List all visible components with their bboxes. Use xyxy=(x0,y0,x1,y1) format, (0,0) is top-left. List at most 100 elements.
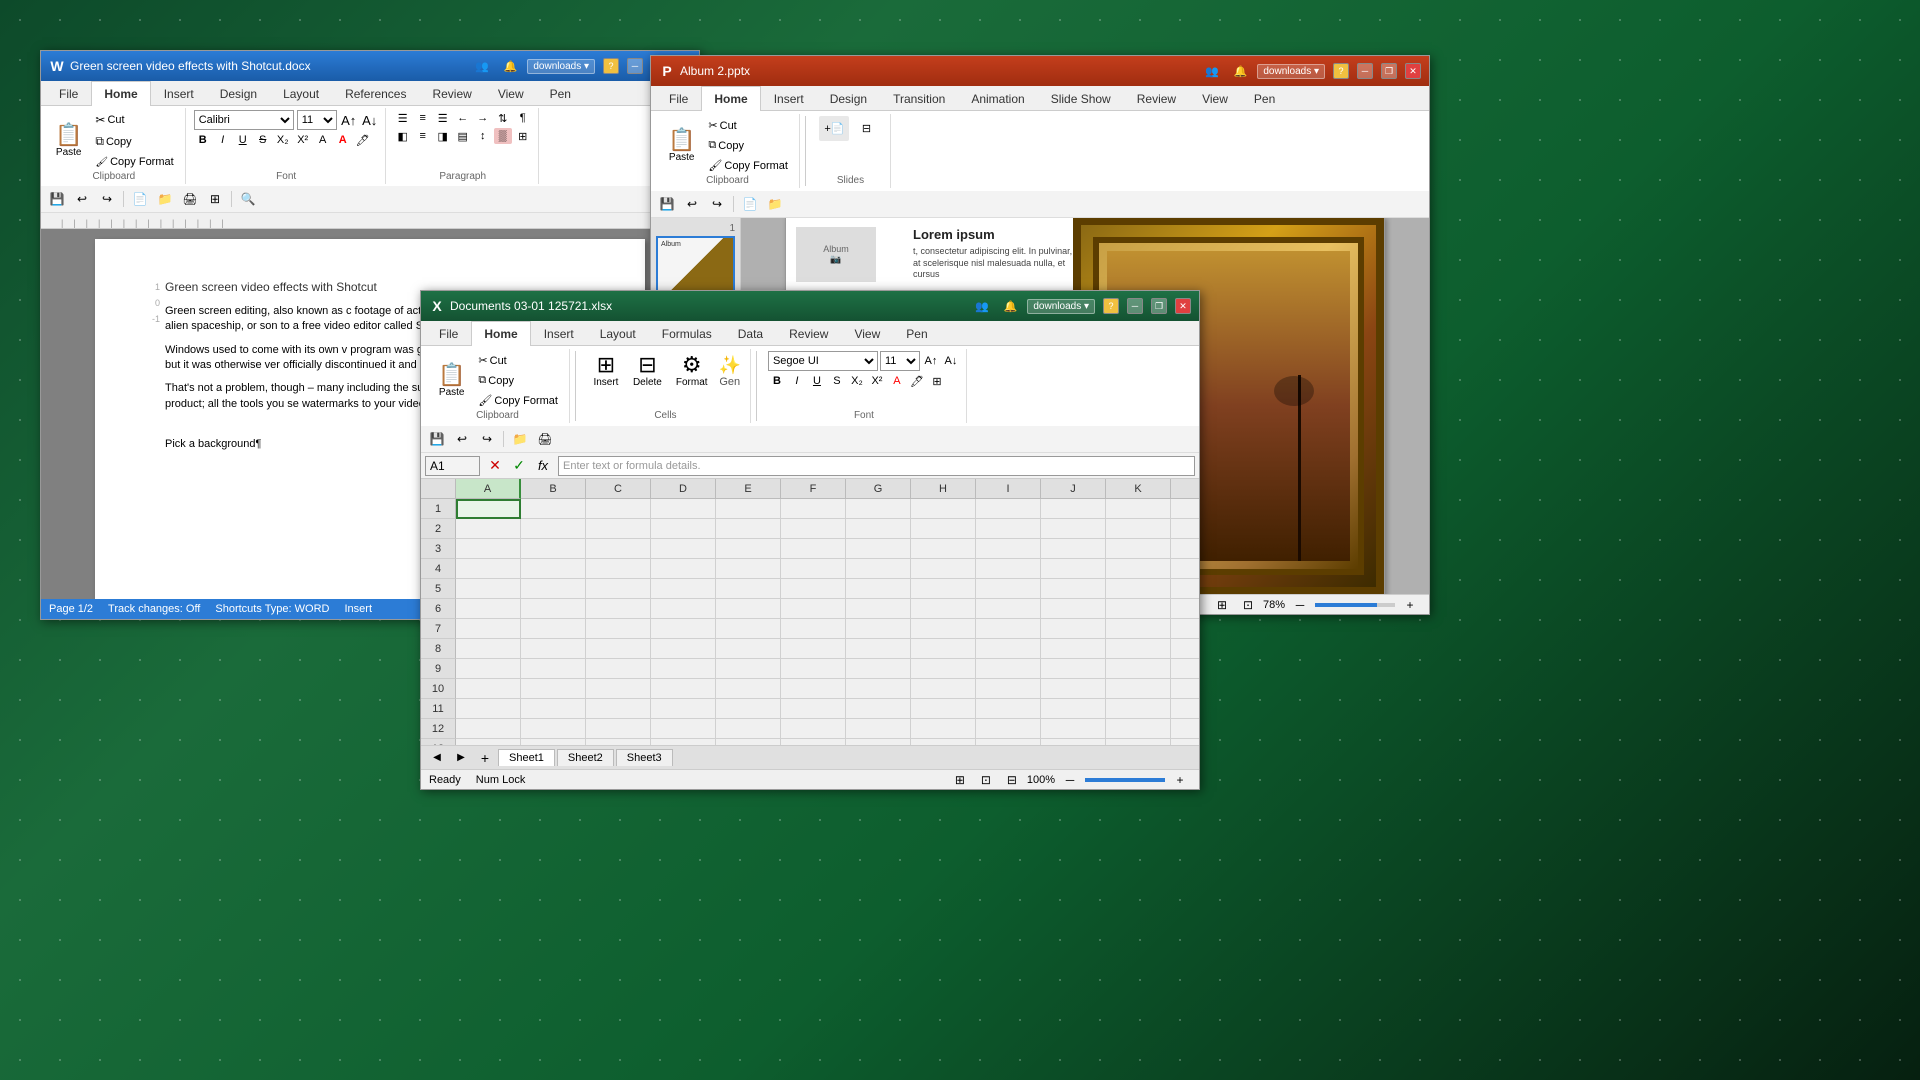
word-paste-btn[interactable]: 📋 Paste xyxy=(49,121,88,161)
excel-cell-J7[interactable] xyxy=(1041,619,1106,639)
excel-qa-print-btn[interactable]: 🖨 xyxy=(534,428,556,450)
excel-font-grow-btn[interactable]: A↑ xyxy=(922,353,940,369)
excel-cell-B8[interactable] xyxy=(521,639,586,659)
excel-cell-I3[interactable] xyxy=(976,539,1041,559)
word-font-grow-btn[interactable]: A↑ xyxy=(340,112,358,128)
excel-cell-H10[interactable] xyxy=(911,679,976,699)
excel-borders-btn[interactable]: ⊞ xyxy=(928,373,946,389)
word-tab-insert[interactable]: Insert xyxy=(151,81,207,106)
excel-cell-K4[interactable] xyxy=(1106,559,1171,579)
excel-cell-C12[interactable] xyxy=(586,719,651,739)
excel-col-j[interactable]: J xyxy=(1041,479,1106,499)
excel-cell-J8[interactable] xyxy=(1041,639,1106,659)
excel-cell-C6[interactable] xyxy=(586,599,651,619)
excel-qa-redo-btn[interactable]: ↪ xyxy=(476,428,498,450)
excel-cell-L11[interactable] xyxy=(1171,699,1199,719)
excel-cell-C10[interactable] xyxy=(586,679,651,699)
word-qa-print-btn[interactable]: 🖨 xyxy=(179,188,201,210)
word-line-spacing-btn[interactable]: ↕ xyxy=(474,128,492,144)
excel-cell-F3[interactable] xyxy=(781,539,846,559)
excel-cell-K6[interactable] xyxy=(1106,599,1171,619)
word-sort-btn[interactable]: ⇅ xyxy=(494,110,512,126)
word-highlight-btn[interactable]: 🖊 xyxy=(354,132,372,148)
ppt-downloads-btn[interactable]: downloads ▾ xyxy=(1257,64,1325,79)
word-qa-table-btn[interactable]: ⊞ xyxy=(204,188,226,210)
word-tab-view[interactable]: View xyxy=(485,81,537,106)
word-people-btn[interactable]: 👥 xyxy=(470,60,494,73)
excel-cell-H5[interactable] xyxy=(911,579,976,599)
ppt-tab-pen[interactable]: Pen xyxy=(1241,86,1288,111)
excel-cell-K12[interactable] xyxy=(1106,719,1171,739)
excel-cell-H1[interactable] xyxy=(911,499,976,519)
excel-cut-btn[interactable]: ✂ Cut xyxy=(473,351,563,370)
ppt-people-btn[interactable]: 👥 xyxy=(1200,65,1224,78)
excel-cell-B3[interactable] xyxy=(521,539,586,559)
ppt-tab-review[interactable]: Review xyxy=(1124,86,1189,111)
excel-cell-I12[interactable] xyxy=(976,719,1041,739)
excel-cell-F7[interactable] xyxy=(781,619,846,639)
excel-cell-C9[interactable] xyxy=(586,659,651,679)
ppt-tab-home[interactable]: Home xyxy=(701,86,760,111)
excel-cell-G3[interactable] xyxy=(846,539,911,559)
excel-gen-btn[interactable]: ✨ Gen xyxy=(716,353,744,390)
excel-cell-K8[interactable] xyxy=(1106,639,1171,659)
excel-cell-D12[interactable] xyxy=(651,719,716,739)
excel-row-header-3[interactable]: 3 xyxy=(421,539,456,559)
word-tab-references[interactable]: References xyxy=(332,81,419,106)
word-minimize-btn[interactable]: ─ xyxy=(627,58,643,74)
ppt-question-btn[interactable]: ? xyxy=(1333,63,1349,79)
word-underline-btn[interactable]: U xyxy=(234,132,252,148)
excel-formula-input[interactable]: Enter text or formula details. xyxy=(558,456,1195,476)
ppt-cut-btn[interactable]: ✂ Cut xyxy=(703,116,793,135)
excel-cancel-formula-btn[interactable]: ✕ xyxy=(484,455,506,477)
excel-cell-K7[interactable] xyxy=(1106,619,1171,639)
excel-cell-F1[interactable] xyxy=(781,499,846,519)
excel-tab-pen[interactable]: Pen xyxy=(893,321,940,346)
excel-cell-E11[interactable] xyxy=(716,699,781,719)
word-qa-open-btn[interactable]: 📁 xyxy=(154,188,176,210)
excel-cell-C4[interactable] xyxy=(586,559,651,579)
excel-cell-L4[interactable] xyxy=(1171,559,1199,579)
excel-sheet-add-btn[interactable]: + xyxy=(474,747,496,769)
excel-cell-L3[interactable] xyxy=(1171,539,1199,559)
excel-cell-E2[interactable] xyxy=(716,519,781,539)
word-qa-new-btn[interactable]: 📄 xyxy=(129,188,151,210)
excel-cell-E10[interactable] xyxy=(716,679,781,699)
excel-fx-btn[interactable]: fx xyxy=(532,455,554,477)
ppt-restore-btn[interactable]: ❐ xyxy=(1381,63,1397,79)
excel-cell-B11[interactable] xyxy=(521,699,586,719)
excel-tab-data[interactable]: Data xyxy=(725,321,776,346)
word-borders-btn[interactable]: ⊞ xyxy=(514,128,532,144)
excel-cell-L12[interactable] xyxy=(1171,719,1199,739)
word-copy-format-btn[interactable]: 🖌 Copy Format xyxy=(90,153,178,171)
excel-cell-C3[interactable] xyxy=(586,539,651,559)
excel-cell-I9[interactable] xyxy=(976,659,1041,679)
excel-cell-L5[interactable] xyxy=(1171,579,1199,599)
excel-cell-F10[interactable] xyxy=(781,679,846,699)
excel-cell-E3[interactable] xyxy=(716,539,781,559)
excel-cell-H12[interactable] xyxy=(911,719,976,739)
excel-copy-format-btn[interactable]: 🖌 Copy Format xyxy=(473,391,563,410)
excel-italic-btn[interactable]: I xyxy=(788,373,806,389)
excel-cell-E9[interactable] xyxy=(716,659,781,679)
excel-cell-J3[interactable] xyxy=(1041,539,1106,559)
ppt-zoom-out-btn[interactable]: ─ xyxy=(1289,594,1311,616)
word-pilcrow-btn[interactable]: ¶ xyxy=(514,110,532,126)
excel-col-g[interactable]: G xyxy=(846,479,911,499)
excel-cell-E8[interactable] xyxy=(716,639,781,659)
word-bullets-btn[interactable]: ☰ xyxy=(394,110,412,126)
excel-row-header-7[interactable]: 7 xyxy=(421,619,456,639)
excel-sheet-3[interactable]: Sheet3 xyxy=(616,749,673,766)
excel-cell-F11[interactable] xyxy=(781,699,846,719)
word-qa-save-btn[interactable]: 💾 xyxy=(46,188,68,210)
excel-cell-A2[interactable] xyxy=(456,519,521,539)
word-align-center-btn[interactable]: ≡ xyxy=(414,128,432,144)
excel-cell-H8[interactable] xyxy=(911,639,976,659)
excel-col-d[interactable]: D xyxy=(651,479,716,499)
excel-cell-C5[interactable] xyxy=(586,579,651,599)
excel-cell-E12[interactable] xyxy=(716,719,781,739)
excel-underline-btn[interactable]: U xyxy=(808,373,826,389)
excel-cell-B6[interactable] xyxy=(521,599,586,619)
excel-cell-K9[interactable] xyxy=(1106,659,1171,679)
excel-cell-A1[interactable] xyxy=(456,499,521,519)
